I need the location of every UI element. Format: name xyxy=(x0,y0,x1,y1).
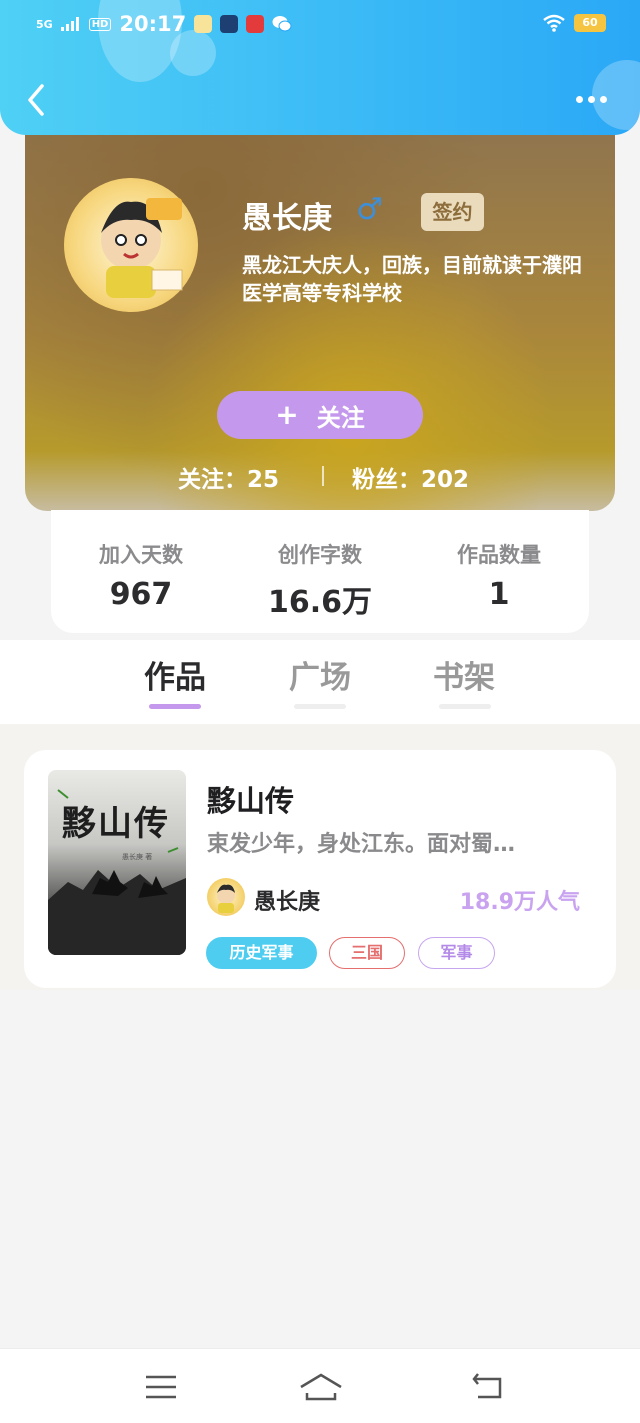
stat-value: 16.6万 xyxy=(267,585,373,620)
author-name: 愚长庚 xyxy=(242,201,332,236)
stat-works-count: 作品数量 1 xyxy=(409,539,589,612)
hd-badge: HD xyxy=(88,17,112,31)
author-stats: 加入天数 967 创作字数 16.6万 作品数量 1 xyxy=(51,510,589,633)
chevron-left-icon xyxy=(28,84,44,116)
follow-button[interactable]: + 关注 xyxy=(217,391,423,439)
stat-value: 967 xyxy=(109,577,173,612)
stat-label: 加入天数 xyxy=(99,543,183,567)
stat-label: 创作字数 xyxy=(278,543,362,567)
book-cover[interactable]: 黟山传 愚长庚 著 xyxy=(48,770,186,955)
stat-word-count: 创作字数 16.6万 xyxy=(230,539,410,621)
menu-icon xyxy=(146,1375,176,1399)
more-dot xyxy=(576,95,583,103)
fans-count[interactable]: 粉丝：202 xyxy=(352,460,469,494)
more-dot xyxy=(588,95,595,103)
top-header: 5G HD 20:17 60 xyxy=(0,0,640,135)
battery-indicator: 60 xyxy=(574,14,606,32)
book-title[interactable]: 黟山传 xyxy=(207,778,294,820)
tab-indicator-active xyxy=(149,704,201,709)
shop-app-icon xyxy=(246,15,265,33)
tag-military[interactable]: 军事 xyxy=(418,937,495,969)
tab-square[interactable]: 广场 xyxy=(260,652,380,697)
divider xyxy=(322,466,324,486)
cover-title: 黟山传 xyxy=(62,804,170,844)
book-description: 束发少年，身处江东。面对蜀… xyxy=(207,832,516,857)
following-count[interactable]: 关注：25 xyxy=(178,460,279,494)
back-button[interactable] xyxy=(22,82,52,118)
system-nav-bar xyxy=(0,1348,640,1423)
more-dot xyxy=(600,95,607,103)
book-author: 愚长庚 xyxy=(254,890,321,915)
book-app-icon xyxy=(220,15,239,33)
tab-bookshelf[interactable]: 书架 xyxy=(404,652,524,697)
tab-bar: 作品 广场 书架 xyxy=(0,640,640,724)
follow-counts: 关注：25 粉丝：202 xyxy=(0,458,640,498)
menu-button[interactable] xyxy=(142,1371,182,1403)
signal-icon xyxy=(60,17,79,31)
signed-badge: 签约 xyxy=(421,193,484,231)
avatar-illustration xyxy=(217,884,235,913)
app-notification-icon xyxy=(194,15,213,33)
cover-author: 愚长庚 著 xyxy=(122,853,153,861)
tag-three-kingdoms[interactable]: 三国 xyxy=(329,937,405,969)
follow-button-label: 关注 xyxy=(316,403,365,432)
avatar-illustration xyxy=(101,198,183,298)
network-indicator: 5G xyxy=(36,17,53,31)
status-time: 20:17 xyxy=(119,12,187,36)
more-button[interactable] xyxy=(576,88,612,110)
stat-label: 作品数量 xyxy=(457,543,541,567)
home-icon xyxy=(300,1373,342,1401)
back-nav-button[interactable] xyxy=(470,1371,510,1403)
tab-works[interactable]: 作品 xyxy=(115,652,235,697)
tab-indicator xyxy=(439,704,491,709)
author-bio: 黑龙江大庆人，回族，目前就读于濮阳医学高等专科学校 xyxy=(242,253,582,305)
author-mini-avatar xyxy=(207,878,245,916)
home-button[interactable] xyxy=(298,1371,344,1403)
plus-icon: + xyxy=(275,398,299,431)
tag-history-military[interactable]: 历史军事 xyxy=(206,937,317,969)
wifi-icon xyxy=(543,14,565,32)
status-bar: 5G HD 20:17 60 xyxy=(0,0,640,52)
book-card[interactable]: 黟山传 愚长庚 著 黟山传 束发少年，身处江东。面对蜀… 愚长庚 18.9万人气… xyxy=(24,750,616,988)
male-gender-icon: ♂ xyxy=(356,192,383,227)
back-icon xyxy=(472,1373,502,1399)
author-avatar[interactable] xyxy=(64,178,198,312)
book-popularity: 18.9万人气 xyxy=(459,890,580,915)
tab-indicator xyxy=(294,704,346,709)
stat-value: 1 xyxy=(488,577,510,612)
wechat-icon xyxy=(272,16,292,32)
stat-join-days: 加入天数 967 xyxy=(51,539,231,612)
